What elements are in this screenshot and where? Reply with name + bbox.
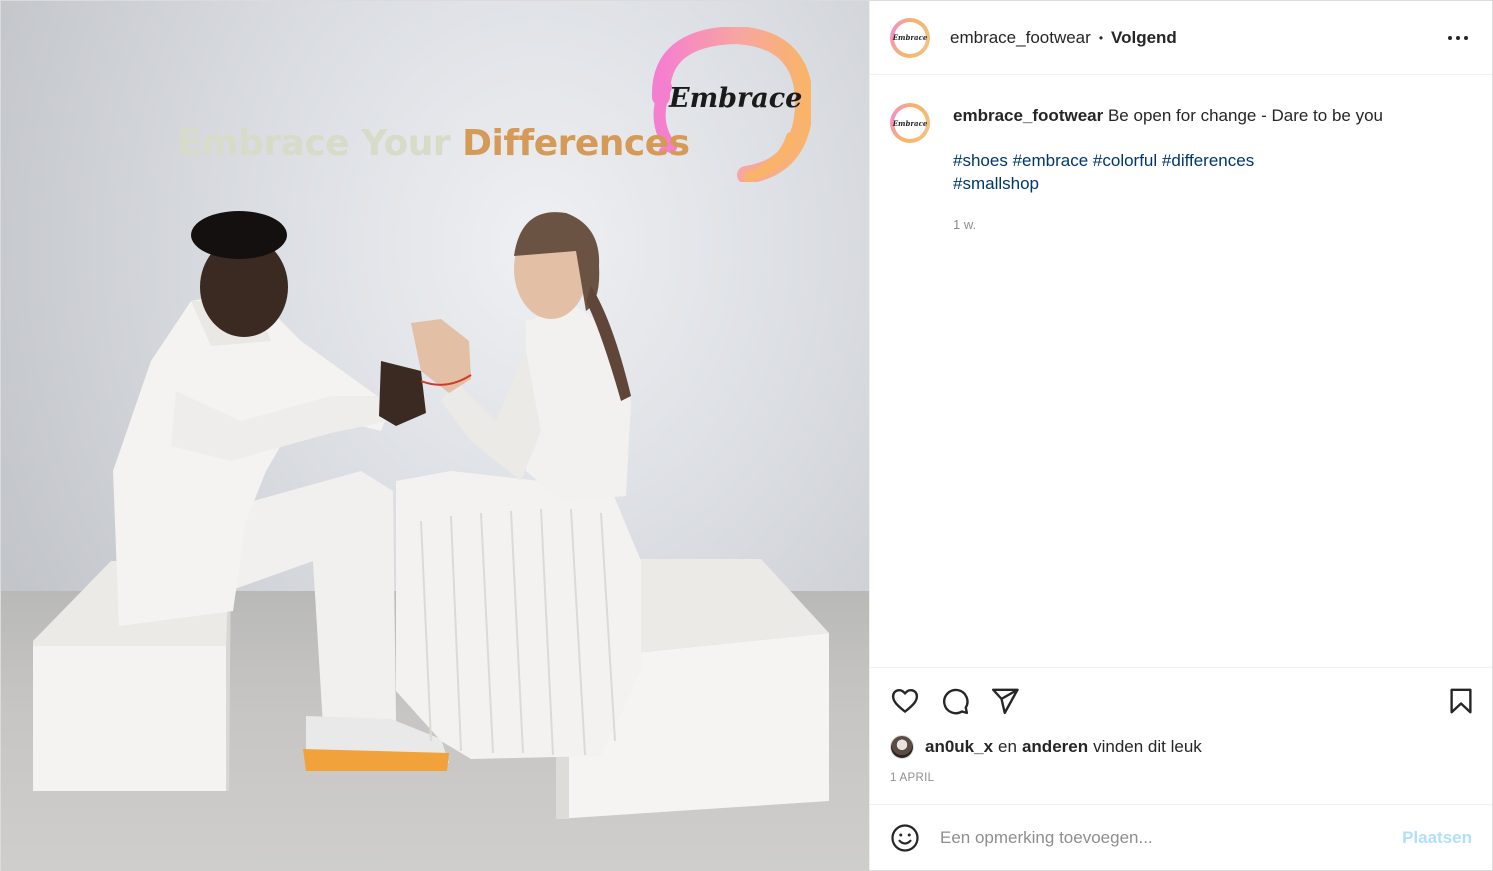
follow-state-button[interactable]: Volgend — [1111, 28, 1177, 48]
caption-username-link[interactable]: embrace_footwear — [953, 106, 1103, 125]
post-side-panel: Embrace embrace_footwear • Volgend Embra… — [869, 1, 1492, 870]
caption-text: Be open for change - Dare to be you — [1107, 106, 1383, 125]
image-headline: Embrace Your Differences — [177, 123, 690, 164]
post-actions-section: an0uk_x en anderen vinden dit leuk 1 APR… — [870, 667, 1492, 804]
smiley-icon[interactable] — [890, 823, 920, 853]
author-avatar[interactable]: Embrace — [890, 17, 930, 58]
caption-body: embrace_footwear Be open for change - Da… — [953, 104, 1383, 236]
caption: Embrace embrace_footwear Be open for cha… — [890, 103, 1472, 236]
comment-icon[interactable] — [938, 684, 972, 718]
hashtag-link[interactable]: #shoes — [953, 151, 1008, 170]
logo-text: Embrace — [669, 83, 803, 114]
likes-connector: en — [998, 737, 1017, 756]
post-date[interactable]: 1 APRIL — [890, 772, 1472, 784]
post-dialog: Embrace Embrace Your Differences Embrace… — [0, 0, 1493, 871]
header-separator: • — [1098, 30, 1104, 45]
headline-part-2: Differences — [462, 123, 690, 164]
avatar-logo-text: Embrace — [893, 21, 927, 54]
action-bar — [890, 668, 1472, 734]
post-comment-button[interactable]: Plaatsen — [1402, 828, 1472, 848]
add-comment-bar: Plaatsen — [870, 804, 1492, 870]
caption-avatar-logo-text: Embrace — [893, 107, 927, 139]
bookmark-icon[interactable] — [1444, 684, 1478, 718]
hashtag-link[interactable]: #colorful — [1093, 151, 1157, 170]
likes-suffix: vinden dit leuk — [1093, 737, 1202, 756]
hashtag-link[interactable]: #smallshop — [953, 174, 1039, 193]
post-image[interactable]: Embrace Embrace Your Differences — [1, 1, 869, 871]
liker-username-link[interactable]: an0uk_x — [925, 737, 993, 757]
post-header: Embrace embrace_footwear • Volgend — [870, 1, 1492, 75]
headline-part-1: Embrace Your — [177, 123, 451, 164]
hashtags: #shoes #embrace #colorful #differences #… — [953, 149, 1383, 195]
caption-timestamp[interactable]: 1 w. — [953, 213, 1383, 236]
author-username-link[interactable]: embrace_footwear — [950, 28, 1091, 48]
hashtag-link[interactable]: #differences — [1162, 151, 1254, 170]
likes-summary: an0uk_x en anderen vinden dit leuk — [890, 734, 1472, 760]
comment-input[interactable] — [940, 827, 1403, 848]
paper-plane-icon[interactable] — [988, 684, 1022, 718]
caption-avatar[interactable]: Embrace — [890, 103, 930, 143]
more-options-icon[interactable] — [1444, 24, 1472, 52]
liker-avatar[interactable] — [890, 735, 914, 759]
hashtag-link[interactable]: #embrace — [1013, 151, 1089, 170]
heart-icon[interactable] — [888, 684, 922, 718]
comments-area: Embrace embrace_footwear Be open for cha… — [870, 75, 1492, 667]
likes-others-link[interactable]: anderen — [1022, 737, 1088, 757]
